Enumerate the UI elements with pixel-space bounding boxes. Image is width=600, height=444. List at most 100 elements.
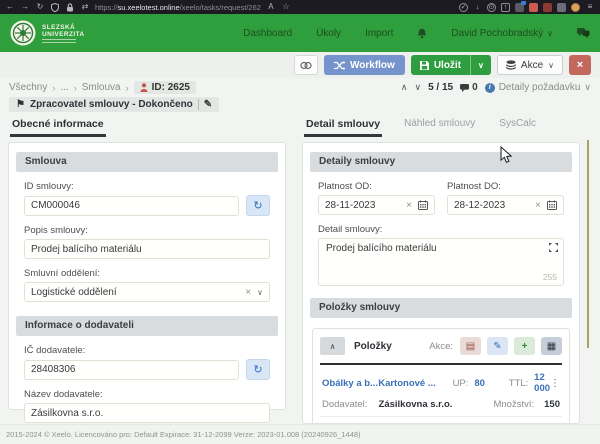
account-icon[interactable]: ⊙ [487,3,496,12]
tab-syscalc[interactable]: SysCalc [497,116,538,133]
profile-avatar[interactable] [571,3,580,12]
calendar-icon[interactable] [418,200,428,210]
menu-icon[interactable]: ≡ [585,2,595,12]
logo-smallprint [42,39,85,43]
request-details-toggle[interactable]: i Detaily požadavku ∨ [485,82,591,93]
extension-gray-icon[interactable] [557,3,566,12]
nav-ukoly[interactable]: Úkoly [316,28,341,39]
nav-import[interactable]: Import [365,28,393,39]
supplier-name-input[interactable] [24,403,270,423]
actions-label: Akce [521,60,543,71]
add-item-button[interactable]: + [514,337,535,355]
clear-icon[interactable]: × [535,200,541,211]
logo-subtitle: UNIVERZITA [42,31,85,38]
university-logo-emblem [10,20,36,46]
contract-desc-input[interactable] [24,239,270,259]
item-category-link[interactable]: Obálky a b... [322,378,378,389]
link-icon [300,61,312,70]
badge-divider [198,99,199,110]
close-button[interactable]: × [569,55,591,75]
prev-record-button[interactable]: ∧ [401,82,408,93]
back-icon[interactable]: ← [5,2,15,12]
table-view-button[interactable]: ▦ [541,337,562,355]
collapse-items-button[interactable]: ∧ [320,337,345,355]
chevron-up-icon: ∧ [330,342,336,351]
edit-status-icon[interactable]: ✎ [204,99,212,110]
workflow-button[interactable]: Workflow [324,55,405,75]
status-badge: ⚑ Zpracovatel smlouvy - Dokončeno ✎ [9,97,219,112]
contract-dept-label: Smluvní oddělení: [24,268,270,279]
contract-id-label: ID smlouvy: [24,181,270,192]
reload-icon[interactable]: ↻ [35,2,45,12]
delete-item-button[interactable]: ▤ [460,337,481,355]
contract-id-refresh-button[interactable]: ↻ [246,195,270,216]
item-row[interactable]: Obálky a b... Kartonové ... UP: 80 TTL: … [320,365,562,417]
extension-badged-icon[interactable] [515,3,524,12]
clear-icon[interactable]: × [406,200,412,211]
user-name: David Pochobradský [451,28,543,39]
section-detaily-smlouvy: Detaily smlouvy [310,152,572,172]
crumb-smlouva[interactable]: Smlouva [82,82,121,93]
nav-dashboard[interactable]: Dashboard [243,28,292,39]
item-qty-value: 150 [544,399,560,410]
forward-icon[interactable]: → [20,2,30,12]
user-menu[interactable]: David Pochobradský ∨ [451,28,553,39]
save-button[interactable]: Uložit ∨ [411,55,491,75]
contract-desc-label: Popis smlouvy: [24,225,270,236]
extension-darkred-icon[interactable] [543,3,552,12]
contract-dept-select[interactable]: Logistické oddělení × ∨ [24,282,270,302]
calendar-icon[interactable] [547,200,557,210]
contract-detail-textarea[interactable]: Prodej balícího materiálu 255 [318,238,564,286]
tracking-shield-icon[interactable] [50,2,60,12]
clear-icon[interactable]: × [245,287,251,298]
save-dropdown-chevron-icon[interactable]: ∨ [470,55,491,75]
tab-obecne-informace[interactable]: Obecné informace [10,116,106,137]
section-polozky-smlouvy: Položky smlouvy [310,298,572,318]
footer: 2015-2024 © Xeelo. Licencováno pro: Defa… [0,424,600,444]
valid-from-input[interactable]: 28-11-2023 × [318,195,435,215]
expand-icon[interactable] [549,243,558,252]
save-main[interactable]: Uložit [411,60,470,71]
university-logo[interactable]: SLEZSKÁ UNIVERZITA [10,20,85,46]
supplier-ic-refresh-button[interactable]: ↻ [246,359,270,380]
item-row[interactable]: Obálky a b... Štítky na b... UP: 3 TTL: … [320,417,562,424]
crumb-separator: › [126,83,129,93]
chevron-down-icon[interactable]: ∨ [257,288,263,297]
container-tab-icon[interactable]: ⇄ [80,2,90,12]
save-label: Uložit [434,60,461,71]
translate-icon[interactable]: A [266,2,276,12]
supplier-ic-input[interactable] [24,360,239,380]
record-id-badge[interactable]: ID: 2625 [134,81,196,94]
url-bar[interactable]: https://su.xeelotest.online/xeelo/tasks/… [95,3,261,12]
item-qty-label: Množství: [493,399,544,410]
url-path: /xeelo/tasks/request/262 [180,3,261,12]
valid-from-value: 28-11-2023 [325,200,406,211]
request-details-label: Detaily požadavku [499,82,581,93]
item-name-link[interactable]: Kartonové ... [378,378,452,389]
next-record-button[interactable]: ∨ [415,82,422,93]
section-smlouva: Smlouva [16,152,278,172]
tab-detail-smlouvy[interactable]: Detail smlouvy [304,116,382,137]
link-button[interactable] [294,55,318,75]
panel-scrollbar[interactable] [587,140,589,348]
comments-indicator[interactable]: 0 [460,82,478,93]
edit-item-button[interactable]: ✎ [487,337,508,355]
notifications-bell-icon[interactable] [417,28,427,39]
logo-text: SLEZSKÁ UNIVERZITA [42,24,85,43]
bookmark-star-icon[interactable]: ☆ [281,2,291,12]
valid-to-input[interactable]: 28-12-2023 × [447,195,564,215]
crumb-ellipsis[interactable]: ... [60,82,68,93]
tab-nahled-smlouvy[interactable]: Náhled smlouvy [402,116,477,133]
actions-button[interactable]: Akce ∨ [497,55,563,75]
extension-red-icon[interactable] [529,3,538,12]
item-supplier-label: Dodavatel: [322,399,379,410]
chat-icon[interactable] [577,28,590,39]
crumb-all[interactable]: Všechny [9,82,47,93]
contract-id-input[interactable] [24,196,239,216]
lock-icon[interactable] [65,2,75,12]
share-icon[interactable]: ↑ [501,3,510,12]
item-kebab-menu[interactable]: ⋮ [550,378,560,389]
workflow-status-row: ⚑ Zpracovatel smlouvy - Dokončeno ✎ [9,97,591,112]
download-icon[interactable]: ↓ [473,3,482,12]
extension-shield-icon[interactable]: ✓ [459,3,468,12]
